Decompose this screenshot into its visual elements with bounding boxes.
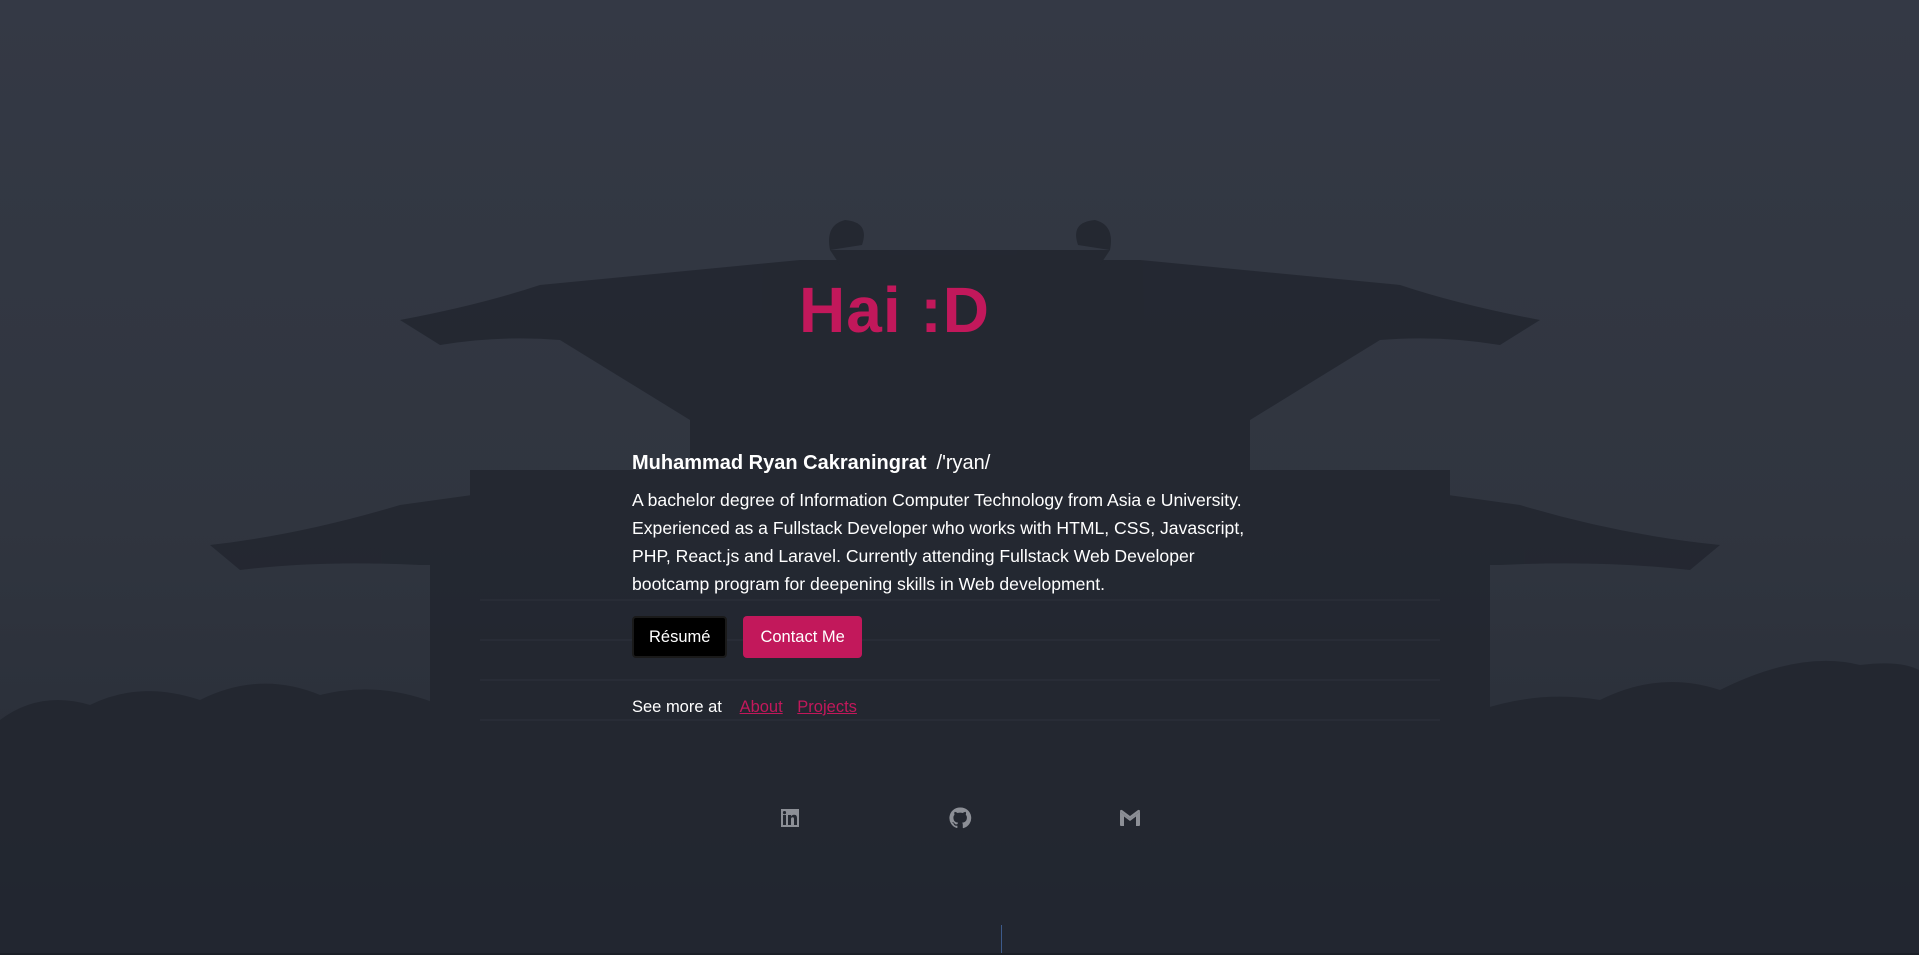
linkedin-icon bbox=[781, 809, 799, 827]
github-link[interactable] bbox=[947, 805, 973, 831]
full-name: Muhammad Ryan Cakraningrat bbox=[632, 452, 927, 474]
contact-me-button[interactable]: Contact Me bbox=[743, 616, 862, 658]
intro-block: Muhammad Ryan Cakraningrat /'ryan/ A bach… bbox=[632, 450, 1272, 718]
resume-button[interactable]: Résumé bbox=[632, 616, 728, 658]
gmail-link[interactable] bbox=[1117, 805, 1143, 831]
linkedin-link[interactable] bbox=[777, 805, 803, 831]
see-more-line: See more at About Projects bbox=[632, 696, 1272, 718]
social-links bbox=[0, 805, 1919, 835]
cta-buttons: Résumé Contact Me bbox=[632, 616, 1272, 658]
projects-link[interactable]: Projects bbox=[797, 698, 857, 716]
scroll-indicator-line bbox=[1001, 925, 1002, 953]
hero-section: Hai :D Muhammad Ryan Cakraningrat /'ryan/… bbox=[0, 0, 1919, 955]
name-line: Muhammad Ryan Cakraningrat /'ryan/ bbox=[632, 450, 1272, 476]
hero-headline: Hai :D bbox=[0, 272, 1919, 348]
see-more-label: See more at bbox=[632, 698, 722, 716]
gmail-icon bbox=[1120, 809, 1140, 826]
bio-text: A bachelor degree of Information Compute… bbox=[632, 490, 1245, 594]
github-icon bbox=[949, 807, 972, 829]
name-pronunciation: /'ryan/ bbox=[936, 452, 991, 474]
hero-headline-text: Hai :D bbox=[799, 274, 990, 346]
about-link[interactable]: About bbox=[740, 698, 783, 716]
